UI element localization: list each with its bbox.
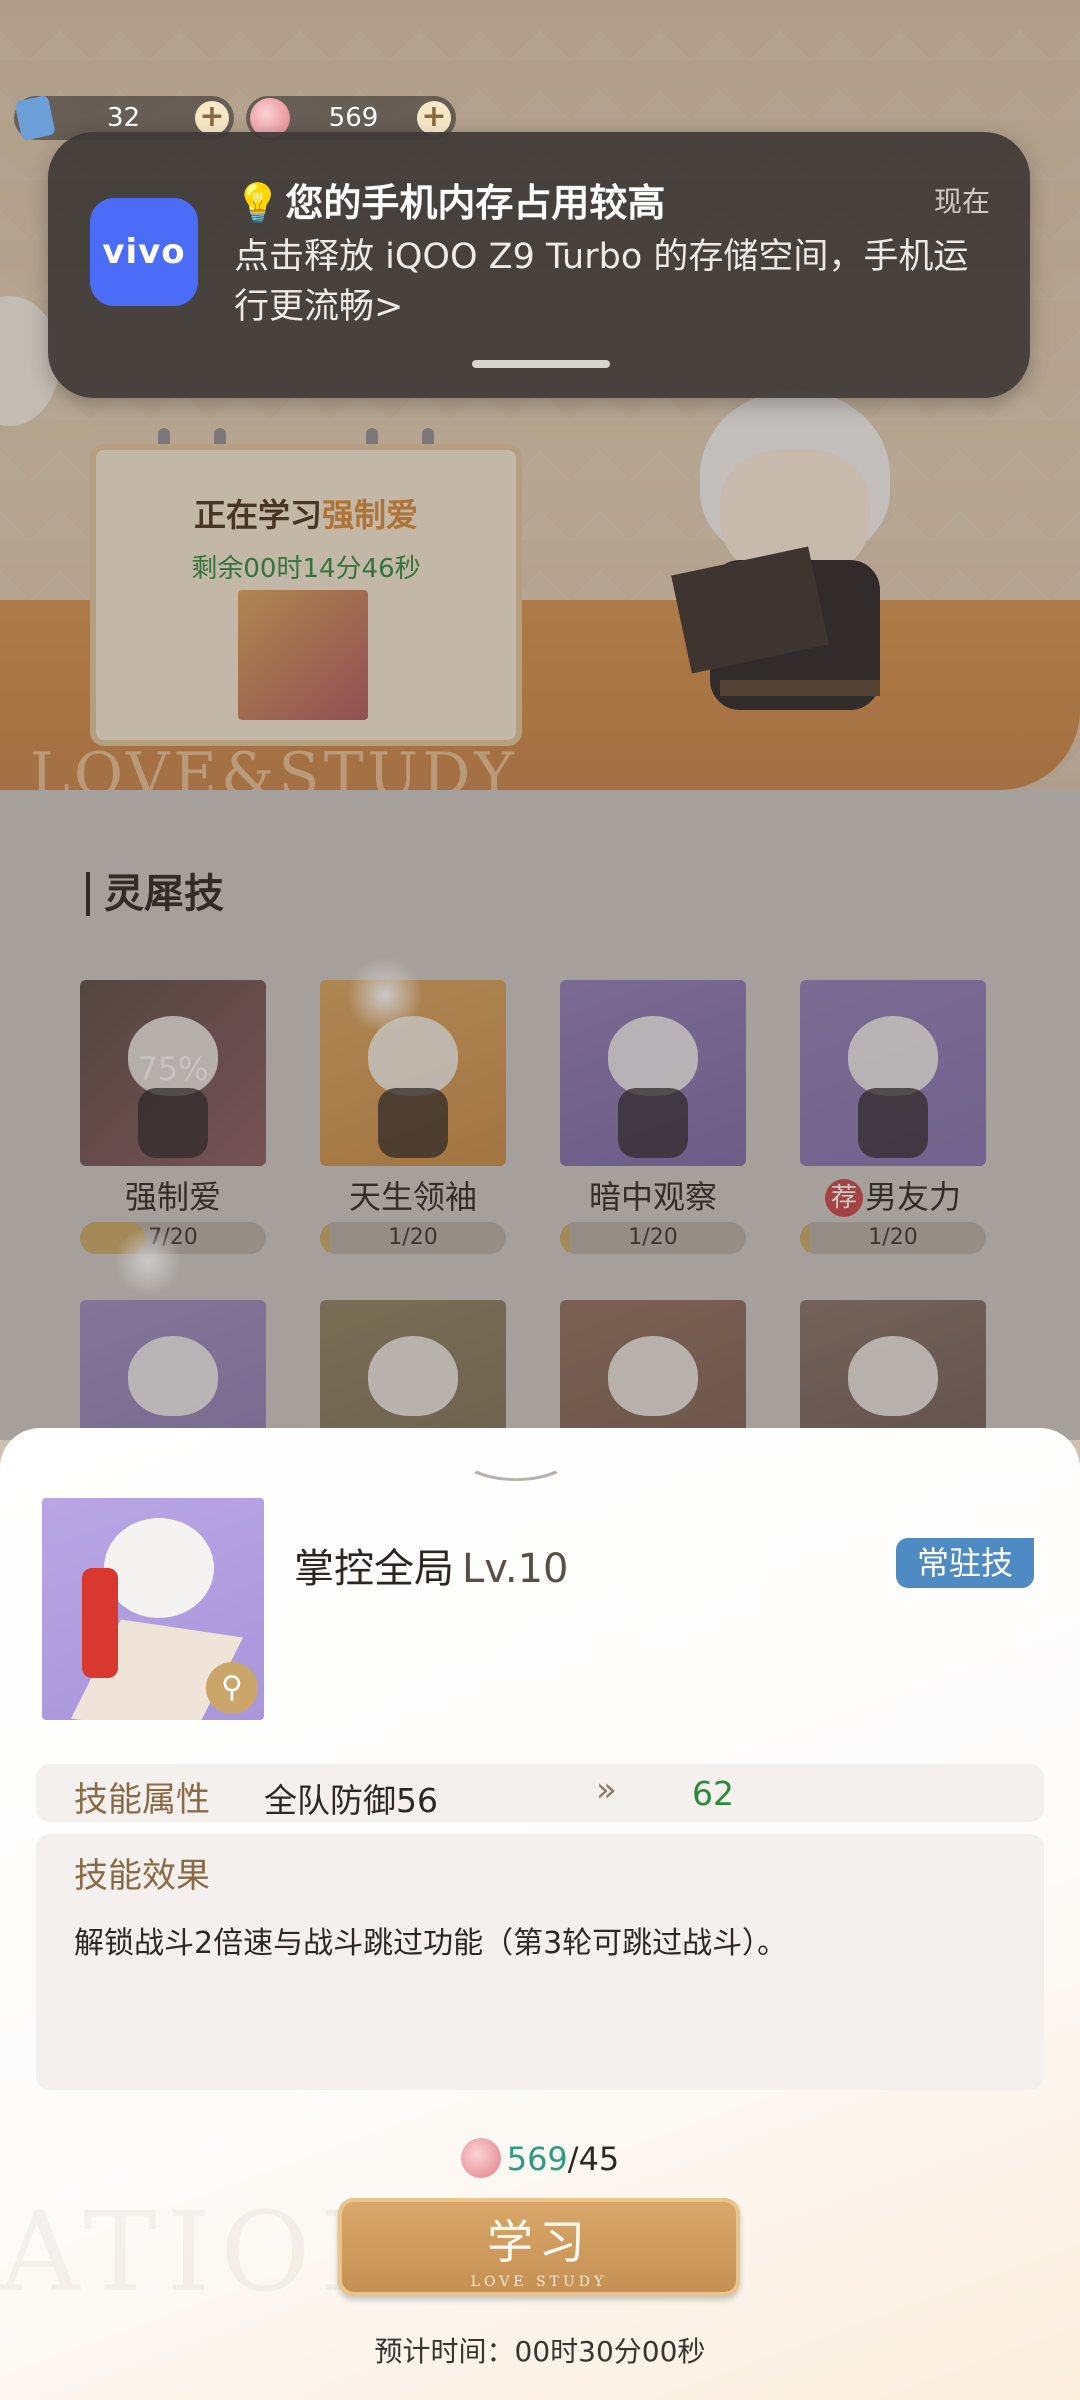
learn-button[interactable]: 学习 LOVE STUDY — [338, 2198, 740, 2296]
skill-detail-title: 掌控全局 Lv.10 — [294, 1546, 569, 1592]
attribute-current-value: 全队防御56 — [264, 1781, 438, 1820]
notification-body: 点击释放 iQOO Z9 Turbo 的存储空间，手机运行更流畅> — [234, 237, 969, 327]
add-tickets-button[interactable]: + — [195, 101, 229, 135]
ticket-count: 32 — [106, 103, 141, 133]
cost-owned: 569 — [506, 2140, 568, 2178]
effect-text: 解锁战斗2倍速与战斗跳过功能（第3轮可跳过战斗）。 — [74, 1926, 788, 1961]
lightbulb-icon: 💡 — [234, 181, 282, 225]
skill-character-icon — [104, 1518, 214, 1618]
notification-drag-handle[interactable] — [472, 360, 610, 368]
estimated-time: 预计时间：00时30分00秒 — [374, 2335, 706, 2368]
chevron-down-icon[interactable]: ︶ — [472, 1458, 560, 1516]
attribute-next-value: 62 — [692, 1774, 734, 1813]
notification-title: 💡 您的手机内存占用较高 — [234, 181, 666, 225]
skill-type-badge: 常驻技 — [896, 1538, 1034, 1588]
add-gems-button[interactable]: + — [417, 101, 451, 135]
skill-detail-image[interactable]: ⚲ — [42, 1498, 264, 1720]
skill-attribute-row: 技能属性 全队防御56 » 62 — [36, 1764, 1044, 1822]
notification-time: 现在 — [933, 185, 990, 218]
magnifier-icon[interactable]: ⚲ — [206, 1662, 258, 1714]
chess-piece-icon — [82, 1568, 118, 1678]
gem-count: 569 — [328, 103, 379, 133]
attribute-label: 技能属性 — [74, 1780, 210, 1820]
skill-effect-box: 技能效果 解锁战斗2倍速与战斗跳过功能（第3轮可跳过战斗）。 — [36, 1834, 1044, 2090]
system-notification[interactable]: vivo 💡 您的手机内存占用较高 现在 点击释放 iQOO Z9 Turbo 的… — [48, 132, 1030, 398]
effect-label: 技能效果 — [74, 1856, 210, 1896]
vivo-app-icon: vivo — [90, 198, 198, 306]
learn-button-sublabel: LOVE STUDY — [470, 2274, 608, 2290]
skill-detail-sheet: ATION ︶ ⚲ 掌控全局 Lv.10 常驻技 技能属性 全队防御56 » 62… — [0, 1428, 1080, 2400]
double-chevron-right-icon: » — [596, 1770, 617, 1810]
gem-icon — [460, 2138, 501, 2178]
cost-required: 45 — [578, 2140, 620, 2178]
ticket-icon — [14, 94, 56, 142]
learn-button-label: 学习 — [487, 2215, 591, 2269]
learn-cost: 569/45 — [0, 2138, 1080, 2178]
